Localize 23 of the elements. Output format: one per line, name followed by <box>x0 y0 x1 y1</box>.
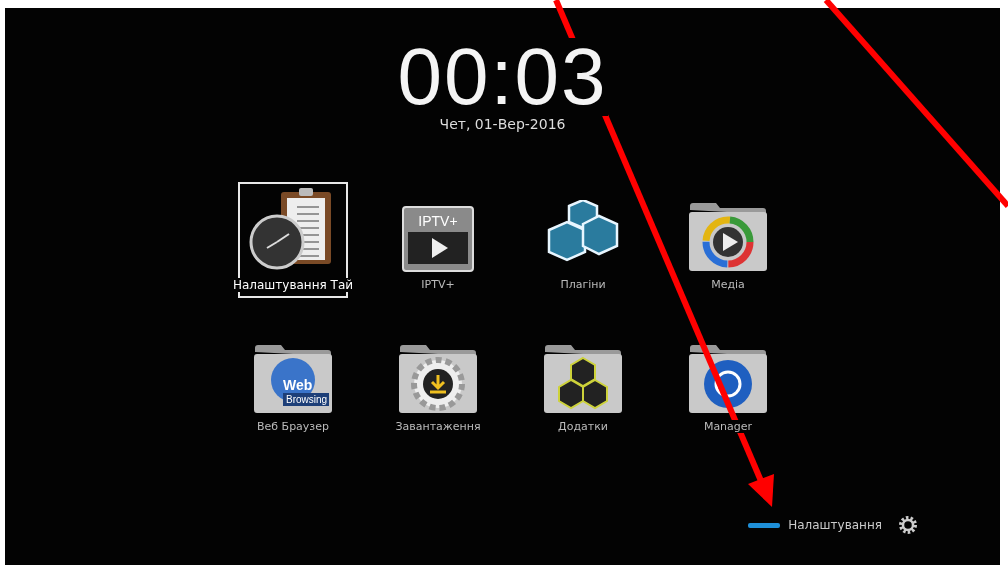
tile-label: IPTV+ <box>419 278 457 291</box>
menu-tile[interactable]: IPTV+ IPTV+ <box>383 182 493 298</box>
clock-time: 00:03 <box>397 38 608 116</box>
folder-icon <box>688 202 768 272</box>
menu-tile[interactable]: Завантаження <box>383 324 493 440</box>
menu-tile[interactable]: Manager <box>673 324 783 440</box>
tile-label: Веб Браузер <box>255 420 331 433</box>
tile-label: Додатки <box>556 420 610 433</box>
menu-tile[interactable]: Web Browsing Веб Браузер <box>238 324 348 440</box>
tile-label: Медіа <box>709 278 747 291</box>
menu-tile[interactable]: Медіа <box>673 182 783 298</box>
tile-label: Плагіни <box>558 278 608 291</box>
tile-label: Завантаження <box>393 420 483 433</box>
menu-tile[interactable]: Додатки <box>528 324 638 440</box>
folder-icon <box>398 344 478 414</box>
tile-label: Налаштування Тай <box>232 278 354 292</box>
clock-date: Чет, 01-Вер-2016 <box>439 116 566 132</box>
menu-tile[interactable]: Плагіни <box>528 182 638 298</box>
tv-screen-icon: IPTV+ <box>402 206 474 272</box>
folder-icon <box>688 344 768 414</box>
settings-label: Налаштування <box>788 518 882 532</box>
folder-icon <box>543 344 623 414</box>
settings-icon[interactable] <box>898 515 918 535</box>
